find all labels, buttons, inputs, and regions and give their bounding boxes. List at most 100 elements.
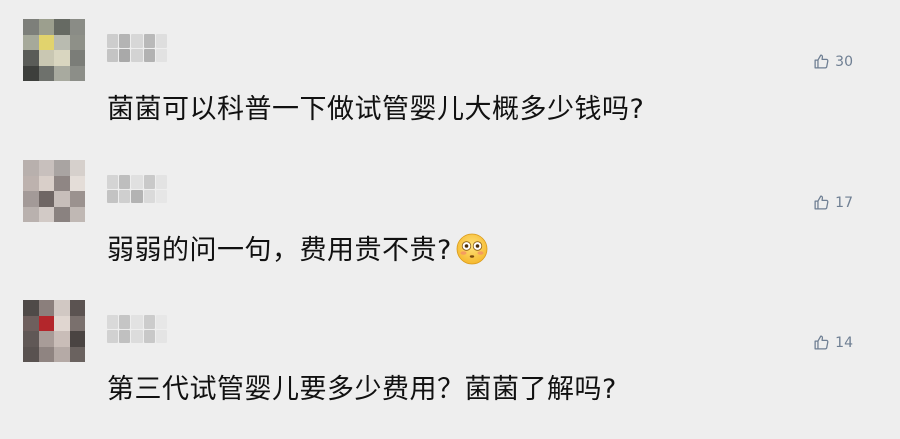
username-pixel bbox=[143, 329, 155, 343]
avatar-pixel bbox=[54, 175, 70, 191]
avatar-pixel bbox=[69, 50, 85, 66]
username-pixel bbox=[143, 315, 155, 329]
username-pixel bbox=[119, 329, 131, 343]
comment-text-content: 弱弱的问一句，费用贵不贵? bbox=[107, 235, 452, 266]
username-pixel bbox=[155, 175, 167, 189]
avatar-pixel bbox=[38, 300, 54, 316]
comment-text-content: 菌菌可以科普一下做试管婴儿大概多少钱吗? bbox=[107, 94, 645, 125]
username-pixel bbox=[131, 175, 143, 189]
username-pixel bbox=[131, 329, 143, 343]
avatar-pixel bbox=[69, 175, 85, 191]
avatar-pixel bbox=[69, 331, 85, 347]
like-button[interactable]: 17 bbox=[813, 194, 853, 211]
avatar-pixel bbox=[23, 315, 39, 331]
avatar-pixel bbox=[23, 34, 39, 50]
username-pixel bbox=[143, 48, 155, 62]
username-pixel bbox=[107, 315, 119, 329]
comment-item: 30 菌菌可以科普一下做试管婴儿大概多少钱吗? bbox=[0, 0, 900, 140]
avatar-pixel bbox=[38, 191, 54, 207]
username-pixel bbox=[143, 175, 155, 189]
comment-list: 30 菌菌可以科普一下做试管婴儿大概多少钱吗? 17 弱弱的问一句，费用贵不贵? bbox=[0, 0, 900, 439]
avatar-pixel bbox=[23, 206, 39, 222]
comment-item: 17 弱弱的问一句，费用贵不贵? bbox=[0, 140, 900, 280]
thumbs-up-icon bbox=[814, 335, 829, 350]
avatar-pixel bbox=[54, 300, 70, 316]
like-button[interactable]: 14 bbox=[813, 334, 853, 351]
username-pixel bbox=[155, 189, 167, 203]
comment-text: 弱弱的问一句，费用贵不贵? bbox=[107, 233, 488, 274]
comment-text: 菌菌可以科普一下做试管婴儿大概多少钱吗? bbox=[107, 93, 644, 127]
username-pixel bbox=[107, 175, 119, 189]
username-pixel bbox=[155, 315, 167, 329]
like-count: 17 bbox=[835, 194, 853, 211]
avatar-pixel bbox=[23, 346, 39, 362]
username-pixel bbox=[155, 34, 167, 48]
avatar-pixel bbox=[69, 65, 85, 81]
avatar-pixel bbox=[69, 346, 85, 362]
avatar-pixel bbox=[23, 19, 39, 35]
avatar-pixel bbox=[69, 315, 85, 331]
username-pixel bbox=[155, 329, 167, 343]
avatar-pixel bbox=[54, 206, 70, 222]
avatar-pixel bbox=[54, 50, 70, 66]
avatar-pixel bbox=[38, 331, 54, 347]
username-blurred[interactable] bbox=[107, 175, 167, 203]
username-pixel bbox=[155, 48, 167, 62]
avatar-pixel bbox=[54, 160, 70, 176]
avatar-pixel bbox=[23, 300, 39, 316]
comment-item: 14 第三代试管婴儿要多少费用？菌菌了解吗? bbox=[0, 280, 900, 420]
username-pixel bbox=[107, 34, 119, 48]
avatar[interactable] bbox=[23, 160, 85, 222]
username-pixel bbox=[119, 175, 131, 189]
username-pixel bbox=[143, 34, 155, 48]
username-pixel bbox=[119, 34, 131, 48]
username-pixel bbox=[119, 48, 131, 62]
thumbs-up-icon bbox=[814, 54, 829, 69]
username-pixel bbox=[131, 34, 143, 48]
avatar-pixel bbox=[38, 346, 54, 362]
avatar-pixel bbox=[38, 175, 54, 191]
avatar-pixel bbox=[69, 191, 85, 207]
comment-text: 第三代试管婴儿要多少费用？菌菌了解吗? bbox=[107, 373, 617, 407]
username-pixel bbox=[119, 189, 131, 203]
thumbs-up-icon bbox=[814, 195, 829, 210]
avatar-pixel bbox=[54, 331, 70, 347]
username-pixel bbox=[107, 329, 119, 343]
avatar[interactable] bbox=[23, 300, 85, 362]
avatar-pixel bbox=[54, 65, 70, 81]
avatar-pixel bbox=[23, 160, 39, 176]
username-pixel bbox=[107, 189, 119, 203]
avatar-pixel bbox=[69, 300, 85, 316]
avatar-pixel bbox=[38, 206, 54, 222]
username-pixel bbox=[131, 189, 143, 203]
avatar-pixel bbox=[23, 191, 39, 207]
avatar-pixel bbox=[23, 50, 39, 66]
username-pixel bbox=[143, 189, 155, 203]
username-pixel bbox=[131, 315, 143, 329]
avatar-pixel bbox=[38, 50, 54, 66]
username-pixel bbox=[107, 48, 119, 62]
avatar-pixel bbox=[54, 315, 70, 331]
like-button[interactable]: 30 bbox=[813, 53, 853, 70]
username-blurred[interactable] bbox=[107, 315, 167, 343]
comment-text-content: 第三代试管婴儿要多少费用？菌菌了解吗? bbox=[107, 374, 617, 405]
username-pixel bbox=[119, 315, 131, 329]
avatar-pixel bbox=[23, 331, 39, 347]
avatar-pixel bbox=[23, 65, 39, 81]
avatar-pixel bbox=[54, 346, 70, 362]
avatar-pixel bbox=[69, 19, 85, 35]
avatar-pixel bbox=[69, 160, 85, 176]
like-count: 30 bbox=[835, 53, 853, 70]
avatar-pixel bbox=[38, 315, 54, 331]
avatar-pixel bbox=[38, 34, 54, 50]
like-count: 14 bbox=[835, 334, 853, 351]
avatar-pixel bbox=[54, 19, 70, 35]
avatar-pixel bbox=[38, 65, 54, 81]
username-pixel bbox=[131, 48, 143, 62]
avatar-pixel bbox=[69, 206, 85, 222]
avatar[interactable] bbox=[23, 19, 85, 81]
avatar-pixel bbox=[69, 34, 85, 50]
avatar-pixel bbox=[38, 160, 54, 176]
username-blurred[interactable] bbox=[107, 34, 167, 62]
flushed-face-icon bbox=[456, 233, 488, 274]
